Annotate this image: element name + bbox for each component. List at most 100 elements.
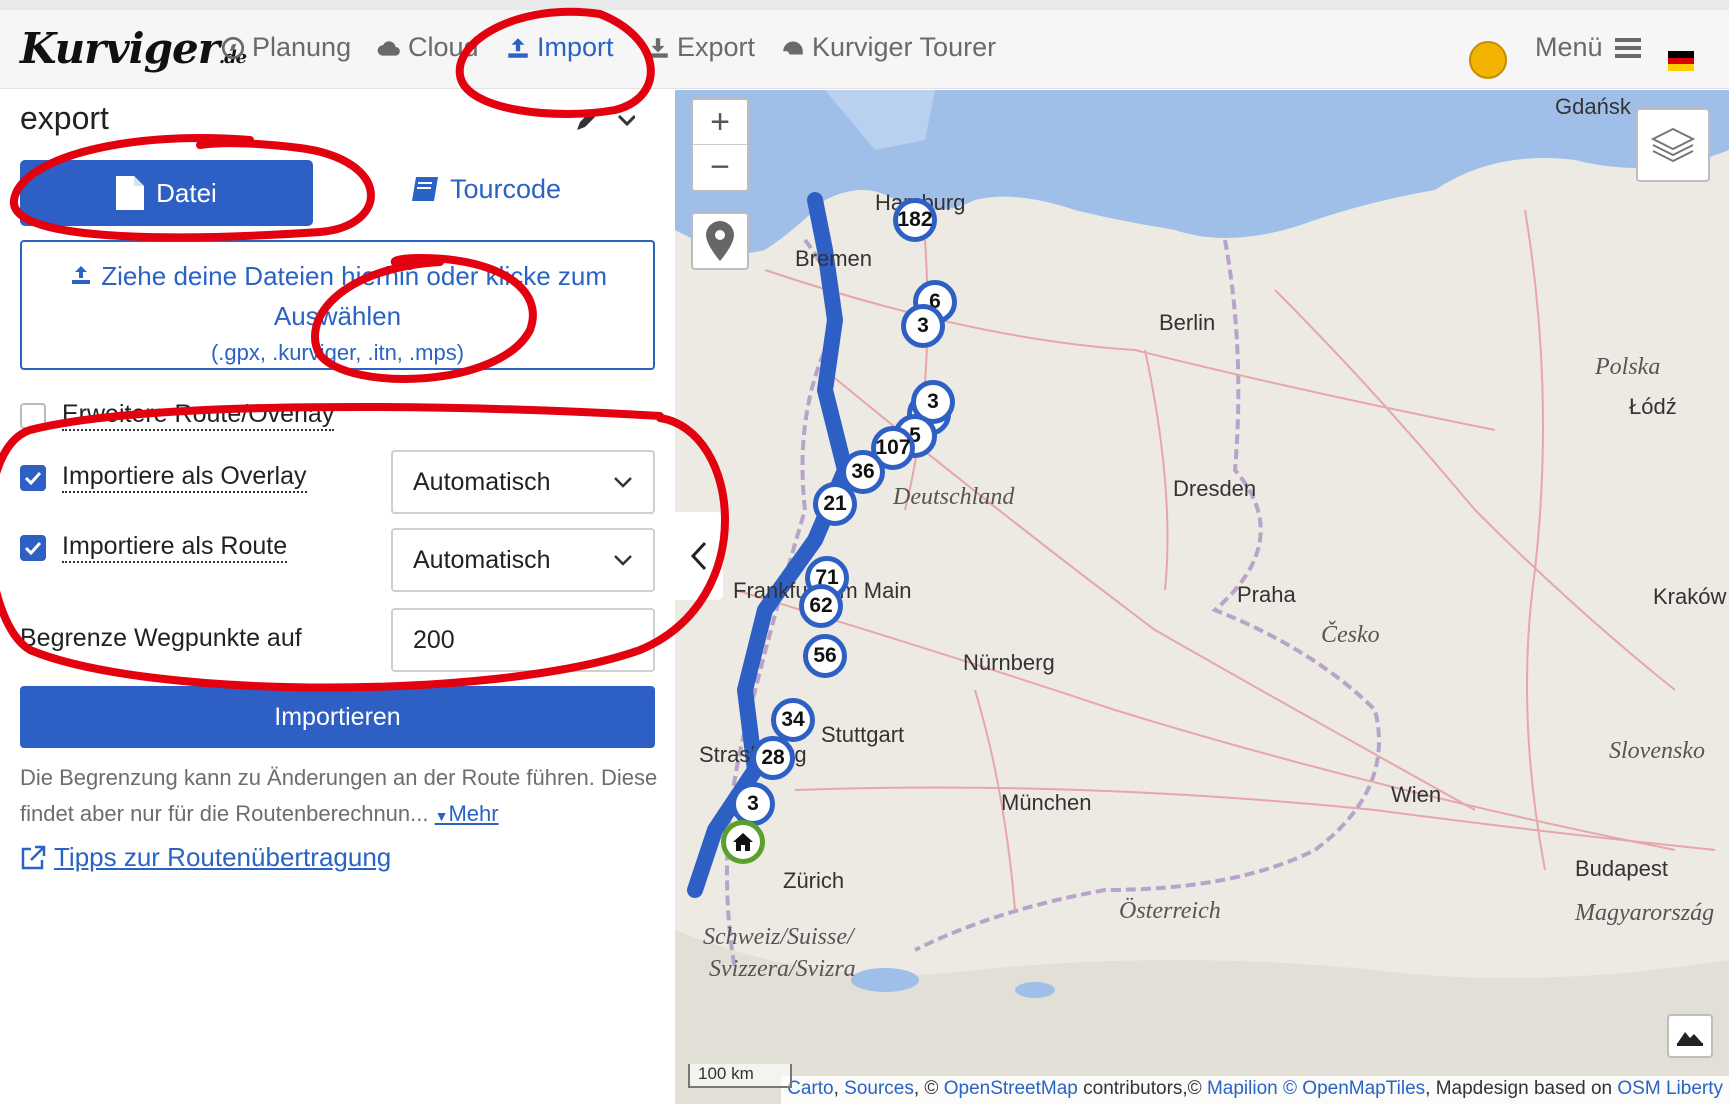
tab-tourcode-button[interactable]: Tourcode xyxy=(410,174,561,205)
import-route-checkbox[interactable] xyxy=(20,534,46,561)
city-label: Budapest xyxy=(1575,856,1668,881)
chevron-down-icon xyxy=(614,477,632,488)
chevron-left-icon xyxy=(690,541,707,571)
nav-planung[interactable]: Planung xyxy=(220,32,351,63)
pencil-icon[interactable] xyxy=(575,110,635,132)
more-link-label: Mehr xyxy=(448,801,499,826)
city-label: Stuttgart xyxy=(821,722,905,747)
tab-file-button[interactable]: Datei xyxy=(20,160,313,226)
extended-route-label: Erweitere Route/Overlay xyxy=(62,400,335,431)
waypoint-marker[interactable]: 62 xyxy=(799,584,843,628)
import-button[interactable]: Importieren xyxy=(20,686,655,748)
city-label: Wien xyxy=(1391,782,1442,807)
import-overlay-checkbox[interactable] xyxy=(20,464,46,491)
helmet-icon xyxy=(783,41,803,54)
cloud-icon xyxy=(377,40,400,56)
attribution-carto-link[interactable]: Carto xyxy=(787,1078,833,1099)
import-route-row[interactable]: Importiere als Route xyxy=(20,532,288,563)
waypoint-marker[interactable]: 3 xyxy=(731,782,775,826)
waypoint-marker[interactable]: 21 xyxy=(813,482,857,526)
country-label: Polska xyxy=(1595,354,1661,380)
extended-route-row[interactable]: Erweitere Route/Overlay xyxy=(20,400,335,431)
attribution-sources-link[interactable]: Sources xyxy=(844,1078,914,1099)
compass-icon xyxy=(221,36,245,59)
tab-file-label: Datei xyxy=(156,177,217,208)
layers-icon xyxy=(1651,127,1695,163)
more-link[interactable]: ▼Mehr xyxy=(435,801,499,826)
route-mode-select[interactable]: Automatisch xyxy=(391,528,655,592)
attribution-liberty-link[interactable]: OSM Liberty xyxy=(1617,1078,1723,1099)
check-icon xyxy=(25,541,41,555)
top-strip xyxy=(0,0,1729,10)
map-scale: 100 km xyxy=(688,1064,792,1088)
country-label: Magyarország xyxy=(1575,900,1715,926)
country-label: Slovensko xyxy=(1609,738,1705,764)
locate-button[interactable] xyxy=(691,212,749,270)
brand-name: Kurviger xyxy=(20,24,220,73)
map-attribution: Carto, Sources, © OpenStreetMap contribu… xyxy=(781,1076,1729,1104)
upload-icon xyxy=(508,37,528,58)
home-marker[interactable] xyxy=(721,820,765,864)
attribution-contributors: contributors,© xyxy=(1077,1078,1207,1099)
waypoint-marker[interactable]: 28 xyxy=(751,736,795,780)
tab-tourcode-label: Tourcode xyxy=(450,174,562,204)
navbar: Kurviger.de Planung Cloud Import Export … xyxy=(0,10,1729,89)
nav-export-label: Export xyxy=(677,32,756,62)
city-label: Nürnberg xyxy=(963,650,1055,675)
zoom-in-button[interactable]: + xyxy=(693,100,747,146)
country-label: Česko xyxy=(1321,622,1380,648)
file-dropzone[interactable]: Ziehe deine Dateien hierhin oder klicke … xyxy=(20,240,655,370)
attribution-mapilion-link[interactable]: Mapilion xyxy=(1207,1078,1278,1099)
german-flag-icon[interactable] xyxy=(1668,51,1694,71)
waypoint-marker[interactable]: 3 xyxy=(901,304,945,348)
city-label: Berlin xyxy=(1159,310,1216,335)
attribution-omt-link[interactable]: OpenMapTiles xyxy=(1302,1078,1425,1099)
zoom-control: + − xyxy=(691,98,749,192)
nav-tourer[interactable]: Kurviger Tourer xyxy=(780,32,996,63)
import-panel: export Datei Tourcode Ziehe deine Dateie… xyxy=(0,90,675,1104)
nav-tourer-label: Kurviger Tourer xyxy=(812,32,997,62)
overlay-mode-select[interactable]: Automatisch xyxy=(391,450,655,514)
city-label: Kraków xyxy=(1653,584,1727,609)
import-button-label: Importieren xyxy=(274,702,401,731)
user-badge-icon[interactable] xyxy=(1469,41,1507,79)
nav-planung-label: Planung xyxy=(252,32,352,62)
hint-text: Die Begrenzung kann zu Änderungen an der… xyxy=(20,765,658,826)
waypoint-marker[interactable]: 34 xyxy=(771,698,815,742)
country-label: Schweiz/Suisse/ xyxy=(703,924,854,950)
map-pin-icon xyxy=(706,221,734,261)
nav-cloud[interactable]: Cloud xyxy=(376,32,479,63)
file-icon xyxy=(116,176,145,210)
external-link-icon xyxy=(21,845,46,869)
waypoint-marker[interactable]: 56 xyxy=(803,634,847,678)
dropzone-formats: (.gpx, .kurviger, .itn, .mps) xyxy=(210,340,465,365)
nav-import-label: Import xyxy=(537,32,614,62)
brand-logo[interactable]: Kurviger.de xyxy=(20,24,247,73)
menu-button[interactable]: Menü xyxy=(1535,32,1641,63)
map-view[interactable]: + − Gdańsk Hamburg Bremen Berlin Polska … xyxy=(675,90,1729,1104)
mountain-icon xyxy=(1677,1032,1703,1046)
overlay-mode-value: Automatisch xyxy=(413,467,551,496)
attribution-osm-link[interactable]: OpenStreetMap xyxy=(944,1078,1078,1099)
check-icon xyxy=(25,471,41,485)
limit-hint: Die Begrenzung kann zu Änderungen an der… xyxy=(20,760,660,834)
dropzone-text: Ziehe deine Dateien hierhin oder klicke … xyxy=(101,261,608,331)
city-label: Bremen xyxy=(795,246,873,271)
waypoint-marker[interactable]: 182 xyxy=(893,198,937,242)
book-icon xyxy=(412,176,438,201)
city-label: Zürich xyxy=(783,868,845,893)
dropzone-instruction: Ziehe deine Dateien hierhin oder klicke … xyxy=(22,256,653,336)
extended-route-checkbox[interactable] xyxy=(20,402,46,429)
city-label: Gdańsk xyxy=(1555,94,1631,119)
layers-button[interactable] xyxy=(1636,108,1710,182)
tips-link[interactable]: Tipps zur Routenübertragung xyxy=(20,842,391,873)
nav-import[interactable]: Import xyxy=(505,32,614,63)
country-label: Deutschland xyxy=(893,484,1015,510)
nav-cloud-label: Cloud xyxy=(408,32,479,62)
zoom-out-button[interactable]: − xyxy=(693,145,747,190)
nav-export[interactable]: Export xyxy=(645,32,755,63)
waypoint-limit-input[interactable]: 200 xyxy=(391,608,655,672)
elevation-button[interactable] xyxy=(1667,1014,1713,1058)
collapse-panel-button[interactable] xyxy=(675,512,723,600)
import-overlay-row[interactable]: Importiere als Overlay xyxy=(20,462,307,493)
